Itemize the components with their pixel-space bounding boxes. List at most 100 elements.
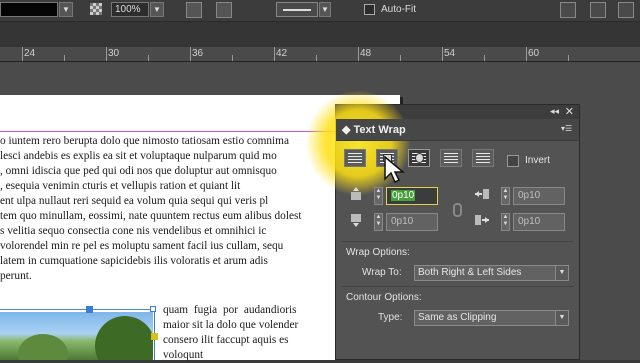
ruler-tick (484, 55, 485, 61)
panel-tab-bar: ◆ Text Wrap ▾☰ (336, 119, 579, 141)
fit-content-icon[interactable] (590, 2, 606, 18)
frame-handle-top-right[interactable] (150, 306, 156, 312)
right-offset-field[interactable]: 0p10 (513, 213, 565, 231)
chevron-down-icon: ▼ (555, 266, 568, 280)
wrap-to-label: Wrap To: (362, 267, 402, 278)
contour-type-label: Type: (378, 312, 403, 323)
text-line: perunt. (0, 270, 32, 282)
ruler-tick (106, 47, 107, 61)
make-all-settings-same-icon[interactable] (453, 203, 462, 217)
panel-title: Text Wrap (353, 124, 406, 136)
left-offset-field[interactable]: 0p10 (513, 187, 565, 205)
fit-frame-icon[interactable] (560, 2, 576, 18)
contour-options-label: Contour Options: (346, 292, 422, 303)
image-tree (18, 334, 68, 360)
invert-label: Invert (525, 155, 551, 166)
chevron-down-icon: ▼ (555, 311, 568, 325)
horizontal-ruler: 24 30 36 42 48 54 60 (0, 47, 640, 62)
wrap-object-shape-button[interactable] (408, 149, 430, 167)
ruler-tick (190, 47, 191, 61)
left-offset-stepper[interactable]: ▲ ▼ (501, 187, 510, 205)
stroke-type-selector[interactable] (276, 2, 318, 17)
bottom-offset-field[interactable]: 0p10 (386, 213, 438, 231)
text-line: consero ilit faccupt aquis es (163, 334, 289, 346)
auto-fit-label: Auto-Fit (381, 4, 417, 15)
text-line: ent ulpa nullaut reri sequid ea volum qu… (0, 195, 269, 207)
ruler-tick (148, 55, 149, 61)
wrap-to-dropdown[interactable]: Both Right & Left Sides ▼ (414, 265, 569, 281)
panel-menu-icon[interactable]: ▾☰ (561, 124, 575, 134)
right-offset-stepper[interactable]: ▲ ▼ (501, 213, 510, 231)
text-line: voloqunt (163, 349, 204, 361)
ruler-tick (274, 47, 275, 61)
main-text-frame[interactable]: o iuntem rero berupta dolo que nimosto t… (0, 134, 335, 284)
text-line: o iuntem rero berupta dolo que nimosto t… (0, 135, 289, 147)
text-line: , omni idiscia que ped qui odi nos que d… (0, 165, 277, 177)
ruler-tick (358, 47, 359, 61)
panel-divider (341, 241, 574, 242)
opacity-field[interactable]: 100% (111, 2, 149, 17)
top-offset-stepper[interactable]: ▲ ▼ (374, 187, 383, 205)
top-offset-icon (351, 187, 361, 200)
text-wrap-panel: ◂◂ ✕ ◆ Text Wrap ▾☰ Invert ▲ ▼ 0p10 ▲ ▼ 0p… (306, 91, 580, 360)
bottom-offset-stepper[interactable]: ▲ ▼ (374, 213, 383, 231)
text-line: s velitia sequo consectia cone nis vende… (0, 225, 267, 237)
frame-handle-top-center[interactable] (86, 306, 93, 313)
contour-type-dropdown[interactable]: Same as Clipping ▼ (414, 310, 569, 326)
ruler-label: 30 (108, 48, 120, 59)
image-frame-top-edge (0, 309, 150, 310)
ruler-tick (232, 55, 233, 61)
ruler-label: 54 (444, 48, 456, 59)
stroke-type-dropdown[interactable]: ▼ (319, 2, 331, 17)
ruler-tick (526, 47, 527, 61)
jump-object-button[interactable] (440, 149, 462, 167)
text-line: quam fugia por audandioris (163, 304, 297, 316)
contour-type-value: Same as Clipping (418, 312, 497, 323)
ruler-label: 36 (192, 48, 204, 59)
opacity-dropdown[interactable]: ▼ (150, 2, 164, 17)
right-offset-icon (475, 215, 489, 225)
top-offset-field[interactable]: 0p10 (386, 187, 438, 205)
ruler-label: 60 (528, 48, 540, 59)
ruler-tick (64, 55, 65, 61)
text-line: maior sit la dolo que volender (163, 319, 299, 331)
ruler-label: 48 (360, 48, 372, 59)
ruler-tick (442, 47, 443, 61)
text-line: lesci andebis es explis ea sit et volupt… (0, 150, 277, 162)
collapse-panel-icon[interactable]: ◂◂ (550, 106, 559, 117)
stroke-color-dropdown[interactable]: ▼ (59, 2, 73, 17)
text-line: latem in cumquatione sapicidebis ilis vo… (0, 255, 268, 267)
wrapped-text-column[interactable]: quam fugia por audandioris maior sit la … (163, 303, 335, 363)
text-wrap-bounding-icon[interactable] (186, 2, 202, 18)
text-line: volorendel min re pel es moluptu sament … (0, 240, 284, 252)
content-grabber[interactable] (151, 333, 158, 340)
placed-image[interactable] (0, 312, 153, 360)
fill-frame-icon[interactable] (618, 2, 634, 18)
ruler-label: 42 (276, 48, 288, 59)
image-tree (95, 316, 153, 360)
text-line: , esequia venimin cturis et vellupis rat… (0, 180, 241, 192)
tab-text-wrap[interactable]: ◆ Text Wrap (342, 123, 406, 136)
control-bar: ▼ 100% ▼ ▼ Auto-Fit (0, 0, 640, 22)
stroke-color-swatch[interactable] (0, 2, 58, 17)
top-offset-value: 0p10 (391, 190, 416, 201)
no-wrap-button[interactable] (344, 149, 366, 167)
close-panel-icon[interactable]: ✕ (565, 105, 574, 118)
ruler-tick (400, 55, 401, 61)
invert-checkbox[interactable] (507, 155, 519, 167)
ruler-tick (316, 55, 317, 61)
document-tab-strip (0, 22, 640, 47)
align-center-icon[interactable] (216, 2, 232, 18)
ruler-tick (568, 55, 569, 61)
panel-divider (341, 286, 574, 287)
opacity-icon (90, 3, 102, 15)
ruler-tick (22, 47, 23, 61)
auto-fit-checkbox[interactable] (364, 4, 375, 15)
left-offset-icon (475, 189, 489, 199)
jump-to-next-column-button[interactable] (472, 149, 494, 167)
mouse-pointer-icon (384, 155, 406, 184)
wrap-to-value: Both Right & Left Sides (418, 267, 522, 278)
bottom-offset-icon (351, 214, 361, 227)
ruler-label: 24 (24, 48, 36, 59)
wrap-options-label: Wrap Options: (346, 247, 410, 258)
